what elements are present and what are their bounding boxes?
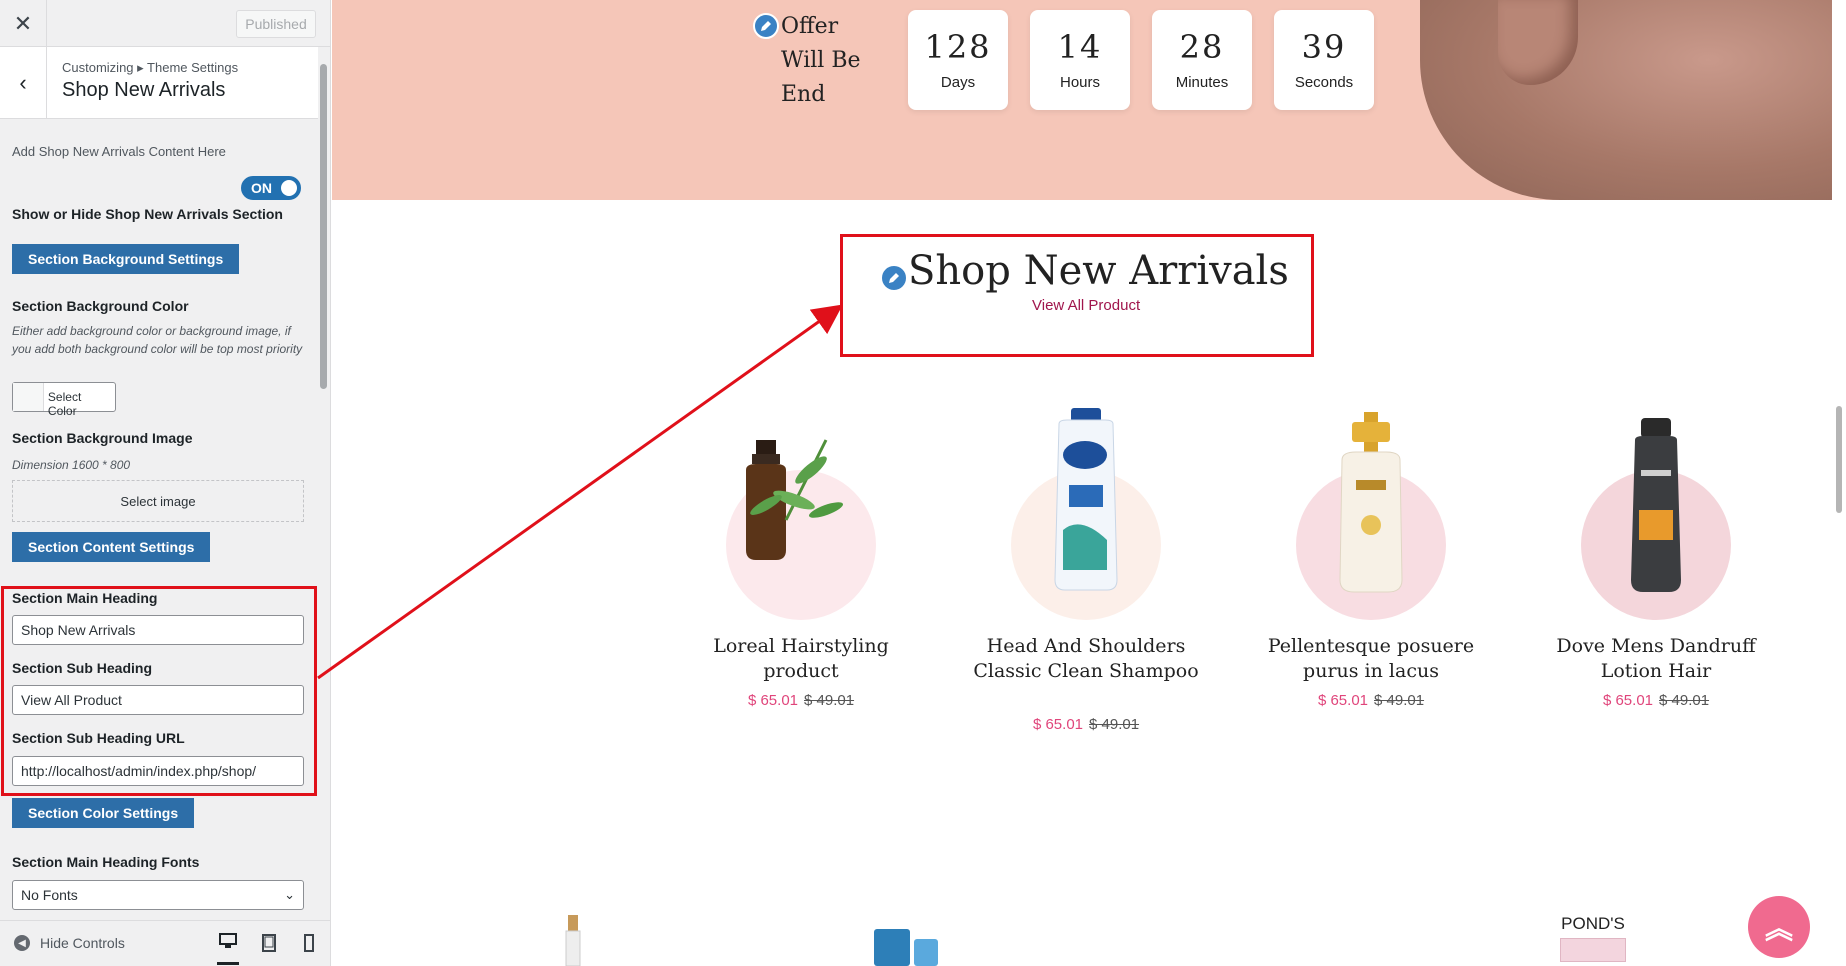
product-image-jars — [874, 929, 938, 966]
price-current: $ 65.01 — [1317, 692, 1368, 709]
back-arrow-icon[interactable]: ‹ — [0, 47, 47, 119]
published-button[interactable]: Published — [236, 10, 316, 38]
product-price: $ 65.01 $ 49.01 — [1256, 692, 1486, 709]
product-name[interactable]: Loreal Hairstyling product — [686, 634, 916, 684]
product-price: $ 65.01 $ 49.01 — [686, 692, 916, 709]
show-hide-label: Show or Hide Shop New Arrivals Section — [12, 206, 283, 222]
sidebar-scrollbar-thumb[interactable] — [320, 64, 327, 389]
product-image-pump-bottle — [565, 915, 581, 966]
product-price: $ 65.01 $ 49.01 — [1541, 692, 1771, 709]
price-current: $ 65.01 — [747, 692, 798, 709]
mobile-preview-icon[interactable] — [298, 933, 320, 953]
countdown-seconds: 39 Seconds — [1274, 10, 1374, 110]
countdown-hours: 14 Hours — [1030, 10, 1130, 110]
product-name[interactable]: Dove Mens Dandruff Lotion Hair — [1541, 634, 1771, 684]
breadcrumb: Customizing ▸ Theme Settings — [62, 60, 239, 75]
chevron-down-icon: ⌄ — [284, 887, 295, 902]
heading-fonts-select[interactable]: No Fonts ⌄ — [12, 880, 304, 910]
select-color-label: Select Color — [47, 390, 82, 418]
background-settings-button[interactable]: Section Background Settings — [12, 244, 240, 274]
countdown-unit: Hours — [1059, 74, 1100, 91]
customizer-sidebar: ✕ Published ‹ Customizing ▸ Theme Settin… — [0, 0, 331, 966]
product-image-shampoo — [1054, 408, 1118, 591]
edit-pencil-icon[interactable] — [880, 264, 908, 292]
product-name[interactable]: Pellentesque posuere purus in lacus — [1256, 634, 1486, 684]
section-header: ‹ Customizing ▸ Theme Settings Shop New … — [0, 47, 318, 119]
bg-image-label: Section Background Image — [12, 430, 193, 446]
scroll-to-top-button[interactable]: ︽ — [1748, 896, 1810, 958]
close-icon[interactable]: ✕ — [0, 0, 47, 47]
countdown-minutes: 28 Minutes — [1152, 10, 1252, 110]
customizer-footer: ◀ Hide Controls — [0, 920, 330, 966]
heading-fonts-label: Section Main Heading Fonts — [12, 854, 200, 870]
bg-color-description: Either add background color or backgroun… — [12, 324, 303, 356]
product-image-dove — [1631, 418, 1681, 592]
countdown-unit: Minutes — [1175, 74, 1229, 91]
banner-model-image — [1420, 0, 1832, 200]
countdown-unit: Days — [940, 74, 976, 91]
customizer-topbar: ✕ Published — [0, 0, 330, 47]
product-name[interactable]: Head And Shoulders Classic Clean Shampoo — [971, 634, 1201, 684]
ponds-brand-text: POND'S — [1561, 914, 1625, 933]
price-current: $ 65.01 — [1032, 716, 1083, 733]
countdown-days: 128 Days — [908, 10, 1008, 110]
hide-controls-label: Hide Controls — [40, 935, 125, 951]
section-title: Shop New Arrivals — [62, 79, 226, 101]
site-preview: Offer Will Be End 128 Days 14 Hours 28 M… — [332, 0, 1846, 966]
annotation-highlight-box — [1, 586, 317, 796]
price-old: $ 49.01 — [1374, 692, 1425, 709]
preview-scrollbar[interactable] — [1832, 0, 1846, 966]
product-image-pantene — [1339, 412, 1403, 593]
product-image-bottle — [746, 439, 844, 560]
product-price: $ 65.01 $ 49.01 — [971, 716, 1201, 733]
countdown-value: 128 — [924, 28, 992, 66]
section-heading: Shop New Arrivals — [908, 248, 1289, 294]
double-chevron-up-icon: ︽ — [1764, 913, 1793, 944]
bg-image-dimension: Dimension 1600 * 800 — [12, 458, 131, 472]
bg-color-label: Section Background Color — [12, 298, 189, 314]
heading-fonts-value: No Fonts — [21, 887, 78, 903]
price-old: $ 49.01 — [804, 692, 855, 709]
color-swatch — [13, 383, 44, 411]
offer-text: Offer Will Be End — [781, 14, 861, 107]
offer-banner: Offer Will Be End 128 Days 14 Hours 28 M… — [332, 0, 1832, 200]
countdown-value: 14 — [1057, 28, 1103, 66]
countdown-unit: Seconds — [1294, 74, 1354, 91]
price-current: $ 65.01 — [1602, 692, 1653, 709]
tablet-preview-icon[interactable] — [258, 933, 280, 953]
countdown-value: 28 — [1179, 28, 1225, 66]
edit-pencil-icon[interactable] — [753, 13, 779, 39]
select-color-button[interactable]: Select Color — [12, 382, 116, 418]
product-image-ponds: POND'S — [1560, 914, 1626, 966]
view-all-product-link[interactable]: View All Product — [1032, 297, 1140, 314]
content-settings-button[interactable]: Section Content Settings — [12, 532, 211, 562]
add-content-description: Add Shop New Arrivals Content Here — [12, 144, 226, 159]
color-settings-button[interactable]: Section Color Settings — [12, 798, 195, 828]
countdown-value: 39 — [1301, 28, 1347, 66]
collapse-icon: ◀ — [14, 935, 30, 951]
select-image-button[interactable]: Select image — [12, 480, 304, 522]
price-old: $ 49.01 — [1659, 692, 1710, 709]
toggle-label: ON — [251, 180, 272, 196]
hide-controls-button[interactable]: ◀ Hide Controls — [14, 935, 125, 951]
toggle-knob — [281, 180, 297, 196]
preview-scrollbar-thumb[interactable] — [1836, 406, 1842, 513]
show-section-toggle[interactable]: ON — [241, 176, 301, 200]
desktop-preview-icon[interactable] — [217, 931, 239, 965]
model-ear-shape — [1498, 0, 1578, 85]
price-old: $ 49.01 — [1089, 716, 1140, 733]
